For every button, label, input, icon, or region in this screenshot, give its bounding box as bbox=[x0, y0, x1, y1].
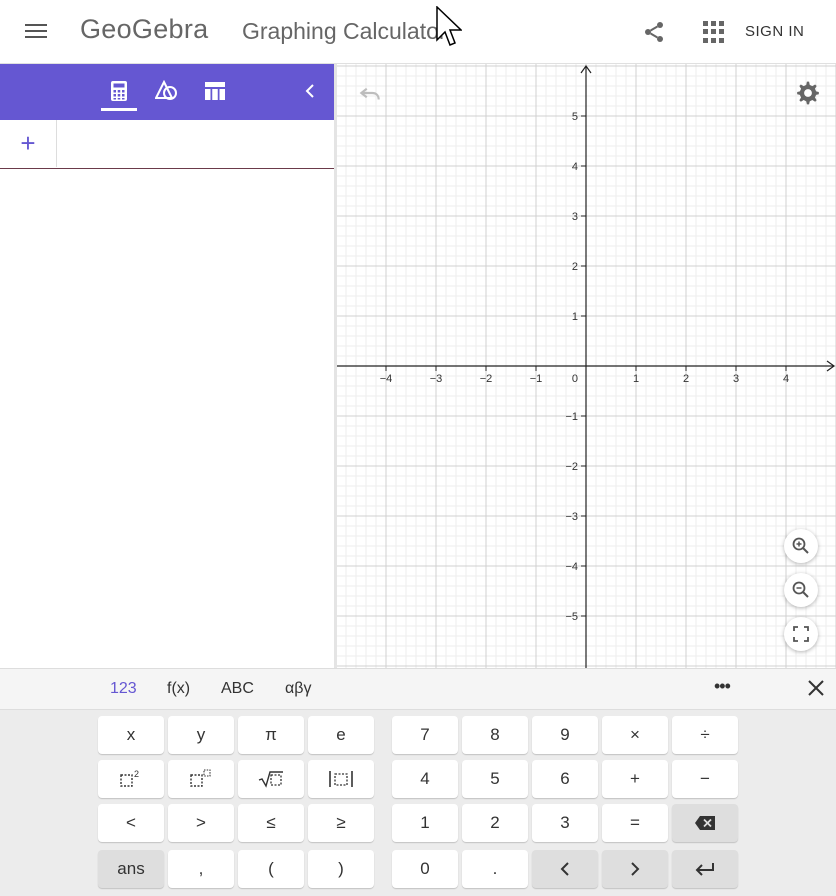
algebra-panel: + bbox=[0, 64, 334, 668]
abs-icon bbox=[329, 771, 353, 787]
calculator-icon[interactable] bbox=[101, 76, 137, 106]
y-tick-label: 3 bbox=[572, 211, 578, 223]
algebra-input-row[interactable]: + bbox=[0, 120, 334, 169]
key-abs[interactable] bbox=[308, 760, 374, 798]
tab-123[interactable]: 123 bbox=[110, 680, 137, 698]
origin-label: 0 bbox=[572, 373, 578, 385]
fullscreen-icon bbox=[793, 626, 809, 642]
x-tick-label: −4 bbox=[380, 373, 393, 385]
key-greater-equal[interactable]: ≥ bbox=[308, 804, 374, 842]
apps-grid-icon[interactable] bbox=[703, 21, 725, 43]
key-divide[interactable]: ÷ bbox=[672, 716, 738, 754]
undo-icon bbox=[359, 87, 380, 100]
key-right[interactable] bbox=[602, 850, 668, 888]
key-x[interactable]: x bbox=[98, 716, 164, 754]
arrow-left-icon bbox=[560, 862, 569, 876]
enter-icon bbox=[695, 863, 714, 876]
backspace-icon bbox=[695, 816, 715, 830]
key-square[interactable]: 2 bbox=[98, 760, 164, 798]
key-multiply[interactable]: × bbox=[602, 716, 668, 754]
close-icon[interactable] bbox=[805, 677, 827, 699]
x-tick-label: 4 bbox=[783, 373, 789, 385]
y-tick-label: −3 bbox=[565, 511, 578, 523]
key-3[interactable]: 3 bbox=[532, 804, 598, 842]
key-8[interactable]: 8 bbox=[462, 716, 528, 754]
key-close-paren[interactable]: ) bbox=[308, 850, 374, 888]
key-0[interactable]: 0 bbox=[392, 850, 458, 888]
y-tick-label: −1 bbox=[565, 411, 578, 423]
x-tick-label: 3 bbox=[733, 373, 739, 385]
key-7[interactable]: 7 bbox=[392, 716, 458, 754]
gear-icon[interactable] bbox=[795, 80, 821, 106]
y-tick-label: −5 bbox=[565, 611, 578, 623]
key-6[interactable]: 6 bbox=[532, 760, 598, 798]
tab-greek[interactable]: αβγ bbox=[285, 680, 311, 698]
sqrt-icon bbox=[258, 771, 283, 788]
sign-in-button[interactable]: SIGN IN bbox=[745, 23, 804, 40]
keyboard-tab-bar: 123 f(x) ABC αβγ ••• bbox=[0, 668, 836, 710]
add-item-button[interactable]: + bbox=[0, 120, 57, 167]
share-icon[interactable] bbox=[642, 20, 666, 44]
zoom-in-icon bbox=[792, 537, 809, 554]
table-icon[interactable] bbox=[197, 76, 233, 106]
graphics-view[interactable]: −4 −3 −2 −1 1 2 3 4 5 4 3 2 1 −1 −2 −3 −4 −5 0 bbox=[337, 64, 836, 668]
x-tick-label: 1 bbox=[633, 373, 639, 385]
key-power[interactable] bbox=[168, 760, 234, 798]
mouse-cursor-icon bbox=[436, 6, 462, 46]
tab-functions[interactable]: f(x) bbox=[167, 680, 190, 698]
hamburger-menu-icon[interactable] bbox=[22, 20, 50, 44]
more-options-button[interactable]: ••• bbox=[714, 676, 731, 697]
key-5[interactable]: 5 bbox=[462, 760, 528, 798]
virtual-keyboard: x y π e 7 8 9 × ÷ 2 4 5 6 + − < > ≤ ≥ 1 … bbox=[0, 710, 836, 896]
key-less-than[interactable]: < bbox=[98, 804, 164, 842]
key-e[interactable]: e bbox=[308, 716, 374, 754]
key-sqrt[interactable] bbox=[238, 760, 304, 798]
coordinate-grid: −4 −3 −2 −1 1 2 3 4 5 4 3 2 1 −1 −2 −3 −4 −5 0 bbox=[337, 64, 836, 668]
key-ans[interactable]: ans bbox=[98, 850, 164, 888]
key-backspace[interactable] bbox=[672, 804, 738, 842]
app-title: Graphing Calculator bbox=[242, 18, 447, 44]
key-9[interactable]: 9 bbox=[532, 716, 598, 754]
key-2[interactable]: 2 bbox=[462, 804, 528, 842]
x-tick-label: −2 bbox=[480, 373, 493, 385]
y-tick-label: 1 bbox=[572, 311, 578, 323]
tab-abc[interactable]: ABC bbox=[221, 680, 254, 698]
key-minus[interactable]: − bbox=[672, 760, 738, 798]
chevron-left-icon[interactable] bbox=[298, 79, 322, 103]
key-plus[interactable]: + bbox=[602, 760, 668, 798]
key-y[interactable]: y bbox=[168, 716, 234, 754]
y-tick-label: 2 bbox=[572, 261, 578, 273]
zoom-in-button[interactable] bbox=[784, 529, 818, 563]
x-tick-label: −1 bbox=[530, 373, 543, 385]
key-left[interactable] bbox=[532, 850, 598, 888]
key-enter[interactable] bbox=[672, 850, 738, 888]
y-tick-label: −4 bbox=[565, 561, 578, 573]
key-decimal[interactable]: . bbox=[462, 850, 528, 888]
key-pi[interactable]: π bbox=[238, 716, 304, 754]
key-comma[interactable]: , bbox=[168, 850, 234, 888]
key-equals[interactable]: = bbox=[602, 804, 668, 842]
shapes-icon[interactable] bbox=[149, 76, 185, 106]
fullscreen-button[interactable] bbox=[784, 617, 818, 651]
y-tick-label: −2 bbox=[565, 461, 578, 473]
active-tab-indicator bbox=[101, 108, 137, 111]
arrow-right-icon bbox=[631, 862, 640, 876]
view-toolbar bbox=[0, 64, 334, 120]
x-tick-label: 2 bbox=[683, 373, 689, 385]
zoom-out-button[interactable] bbox=[784, 573, 818, 607]
square-icon: 2 bbox=[120, 769, 139, 787]
key-4[interactable]: 4 bbox=[392, 760, 458, 798]
geogebra-logo[interactable]: GeoGebra bbox=[80, 14, 208, 45]
x-tick-label: −3 bbox=[430, 373, 443, 385]
zoom-out-icon bbox=[792, 581, 809, 598]
svg-text:2: 2 bbox=[134, 769, 139, 779]
top-bar: GeoGebra Graphing Calculator SIGN IN bbox=[0, 0, 836, 64]
key-less-equal[interactable]: ≤ bbox=[238, 804, 304, 842]
key-open-paren[interactable]: ( bbox=[238, 850, 304, 888]
y-tick-label: 5 bbox=[572, 111, 578, 123]
power-icon bbox=[190, 769, 211, 787]
y-tick-label: 4 bbox=[572, 161, 578, 173]
key-greater-than[interactable]: > bbox=[168, 804, 234, 842]
key-1[interactable]: 1 bbox=[392, 804, 458, 842]
